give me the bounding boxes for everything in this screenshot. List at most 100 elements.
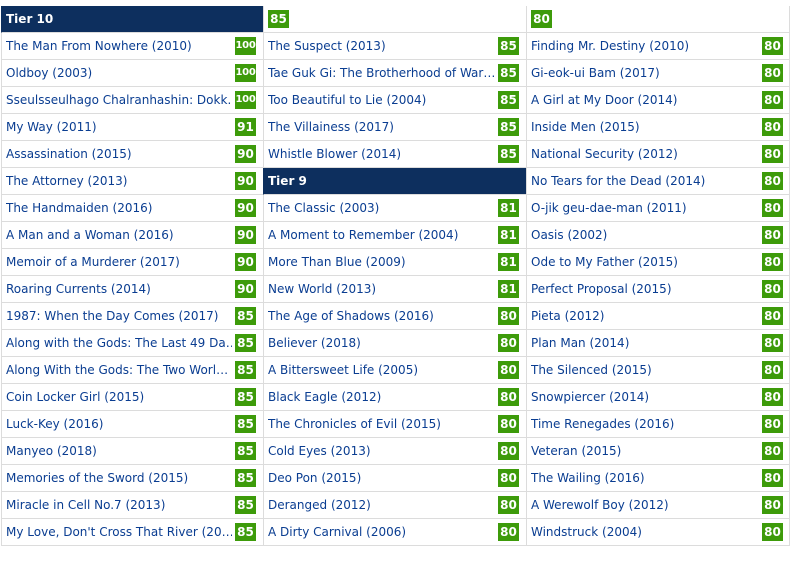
movie-title-link[interactable]: The Wailing (2016): [531, 465, 759, 491]
movie-title-link[interactable]: Miracle in Cell No.7 (2013): [6, 492, 232, 518]
movie-row: Sseulsseulhago Chalranhashin: Dokk… 100: [1, 87, 263, 114]
movie-title-link[interactable]: A Bittersweet Life (2005): [268, 357, 495, 383]
movie-title-link[interactable]: Coin Locker Girl (2015): [6, 384, 232, 410]
movie-title-link[interactable]: Ode to My Father (2015): [531, 249, 759, 275]
movie-row: Assassination (2015) 90: [1, 141, 263, 168]
movie-title-link[interactable]: Assassination (2015): [6, 141, 232, 167]
movie-title-link[interactable]: Deranged (2012): [268, 492, 495, 518]
score-badge: 85: [498, 37, 519, 55]
score-badge: 80: [762, 469, 783, 487]
movie-title-link[interactable]: The Man From Nowhere (2010): [6, 33, 232, 59]
score-badge: 90: [235, 199, 256, 217]
movie-title-link[interactable]: Plan Man (2014): [531, 330, 759, 356]
movie-row: The Chronicles of Evil (2015) 80: [263, 411, 526, 438]
movie-title-link[interactable]: More Than Blue (2009): [268, 249, 495, 275]
movie-row: Coin Locker Girl (2015) 85: [1, 384, 263, 411]
movie-title-link[interactable]: My Love, Don't Cross That River (20…: [6, 519, 232, 545]
movie-title-link[interactable]: My Way (2011): [6, 114, 232, 140]
movie-row: 1987: When the Day Comes (2017) 85: [1, 303, 263, 330]
movie-title-link[interactable]: Inside Men (2015): [531, 114, 759, 140]
movie-title-link[interactable]: Believer (2018): [268, 330, 495, 356]
movie-row: The Man From Nowhere (2010) 100: [1, 33, 263, 60]
score-badge: 80: [762, 91, 783, 109]
movie-title-link[interactable]: A Werewolf Boy (2012): [531, 492, 759, 518]
movie-row: Deo Pon (2015) 80: [263, 465, 526, 492]
score-badge: 80: [762, 145, 783, 163]
score-badge: 100: [235, 37, 256, 55]
movie-row: Manyeo (2018) 85: [1, 438, 263, 465]
movie-title-link[interactable]: The Attorney (2013): [6, 168, 232, 194]
movie-row: Deranged (2012) 80: [263, 492, 526, 519]
score-badge: 80: [762, 307, 783, 325]
movie-title-link[interactable]: The Chronicles of Evil (2015): [268, 411, 495, 437]
score-badge: 80: [531, 10, 552, 28]
score-badge: 91: [235, 118, 256, 136]
movie-title-link[interactable]: Roaring Currents (2014): [6, 276, 232, 302]
movie-title-link[interactable]: Veteran (2015): [531, 438, 759, 464]
movie-row: The Silenced (2015) 80: [526, 357, 790, 384]
movie-title-link[interactable]: Tae Guk Gi: The Brotherhood of War…: [268, 60, 495, 86]
movie-title-link[interactable]: Black Eagle (2012): [268, 384, 495, 410]
movie-title-link[interactable]: No Tears for the Dead (2014): [531, 168, 759, 194]
movie-title-link[interactable]: Oldboy (2003): [6, 60, 232, 86]
movie-row: Whistle Blower (2014) 85: [263, 141, 526, 168]
movie-title-link[interactable]: The Classic (2003): [268, 195, 495, 221]
tier-label: Tier 9: [268, 174, 307, 188]
movie-row: O-jik geu-dae-man (2011) 80: [526, 195, 790, 222]
score-badge: 90: [235, 280, 256, 298]
score-badge: 80: [498, 388, 519, 406]
movie-row: Pieta (2012) 80: [526, 303, 790, 330]
movie-title-link[interactable]: A Man and a Woman (2016): [6, 222, 232, 248]
movie-title-link[interactable]: The Suspect (2013): [268, 33, 495, 59]
movie-title-link[interactable]: Along with the Gods: The Last 49 Da…: [6, 330, 232, 356]
movie-title-link[interactable]: Whistle Blower (2014): [268, 141, 495, 167]
score-badge: 80: [498, 361, 519, 379]
score-badge: 80: [762, 37, 783, 55]
tier-column-1: Tier 10 The Man From Nowhere (2010) 100 Old…: [1, 6, 263, 548]
movie-title-link[interactable]: A Girl at My Door (2014): [531, 87, 759, 113]
movie-title-link[interactable]: Oasis (2002): [531, 222, 759, 248]
movie-title-link[interactable]: Cold Eyes (2013): [268, 438, 495, 464]
movie-row: Time Renegades (2016) 80: [526, 411, 790, 438]
movie-title-link[interactable]: Snowpiercer (2014): [531, 384, 759, 410]
movie-title-link[interactable]: A Moment to Remember (2004): [268, 222, 495, 248]
movie-title-link[interactable]: Finding Mr. Destiny (2010): [531, 33, 759, 59]
movie-row: Plan Man (2014) 80: [526, 330, 790, 357]
movie-title-link[interactable]: Memoir of a Murderer (2017): [6, 249, 232, 275]
score-badge: 100: [235, 91, 256, 109]
movie-title-link[interactable]: National Security (2012): [531, 141, 759, 167]
score-badge: 80: [498, 307, 519, 325]
movie-row: The Villainess (2017) 85: [263, 114, 526, 141]
movie-title-link[interactable]: Along With the Gods: The Two Worl…: [6, 357, 232, 383]
movie-title-link[interactable]: A Dirty Carnival (2006): [268, 519, 495, 545]
movie-title-link[interactable]: The Villainess (2017): [268, 114, 495, 140]
movie-title-link[interactable]: Too Beautiful to Lie (2004): [268, 87, 495, 113]
movie-title-link[interactable]: Perfect Proposal (2015): [531, 276, 759, 302]
score-group-row: 80: [526, 6, 790, 33]
movie-title-link[interactable]: The Silenced (2015): [531, 357, 759, 383]
movie-row: Oldboy (2003) 100: [1, 60, 263, 87]
movie-row: The Handmaiden (2016) 90: [1, 195, 263, 222]
movie-title-link[interactable]: The Age of Shadows (2016): [268, 303, 495, 329]
score-badge: 85: [498, 118, 519, 136]
score-badge: 80: [762, 172, 783, 190]
movie-title-link[interactable]: Sseulsseulhago Chalranhashin: Dokk…: [6, 87, 232, 113]
movie-title-link[interactable]: New World (2013): [268, 276, 495, 302]
movie-title-link[interactable]: Gi-eok-ui Bam (2017): [531, 60, 759, 86]
movie-row: Roaring Currents (2014) 90: [1, 276, 263, 303]
movie-row: Finding Mr. Destiny (2010) 80: [526, 33, 790, 60]
movie-title-link[interactable]: O-jik geu-dae-man (2011): [531, 195, 759, 221]
score-badge: 80: [498, 334, 519, 352]
movie-row: Ode to My Father (2015) 80: [526, 249, 790, 276]
movie-title-link[interactable]: 1987: When the Day Comes (2017): [6, 303, 232, 329]
movie-title-link[interactable]: Time Renegades (2016): [531, 411, 759, 437]
movie-title-link[interactable]: The Handmaiden (2016): [6, 195, 232, 221]
movie-title-link[interactable]: Windstruck (2004): [531, 519, 759, 545]
score-badge: 81: [498, 253, 519, 271]
movie-title-link[interactable]: Manyeo (2018): [6, 438, 232, 464]
movie-title-link[interactable]: Luck-Key (2016): [6, 411, 232, 437]
movie-title-link[interactable]: Memories of the Sword (2015): [6, 465, 232, 491]
score-badge: 80: [498, 442, 519, 460]
movie-title-link[interactable]: Pieta (2012): [531, 303, 759, 329]
movie-title-link[interactable]: Deo Pon (2015): [268, 465, 495, 491]
